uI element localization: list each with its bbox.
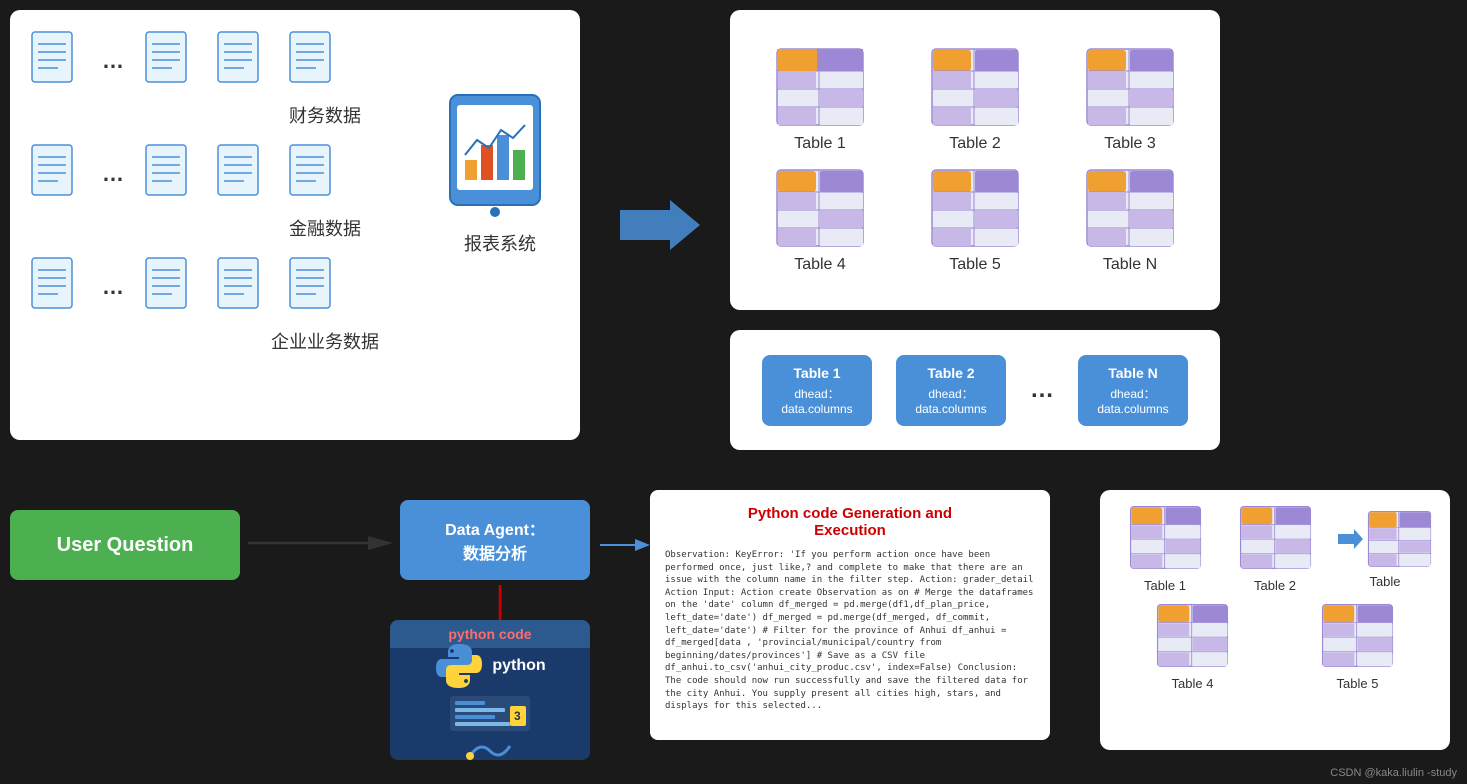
schema-card-1: Table 1 dhead： data.columns <box>762 355 872 426</box>
doc-icon-4 <box>288 30 340 92</box>
table-item-2: Table 2 <box>905 47 1045 153</box>
code-exec-title: Python code Generation and Execution <box>665 505 1035 539</box>
schema-card-2-body: dhead： data.columns <box>911 385 991 416</box>
doc-icon-5 <box>30 143 82 205</box>
python-text: python <box>492 657 545 675</box>
table-icon-5 <box>930 168 1020 248</box>
result-table-4-label: Table 4 <box>1172 676 1214 691</box>
result-final-table-icon <box>1367 509 1432 569</box>
user-to-agent-arrow <box>248 528 393 558</box>
code-exec-box: Python code Generation and Execution Obs… <box>650 490 1050 740</box>
table-1-label: Table 1 <box>794 135 846 153</box>
watermark: CSDN @kaka.liulin -study <box>1330 767 1457 779</box>
table-icon-3 <box>1085 47 1175 127</box>
doc-icon-12 <box>288 256 340 318</box>
result-table-icon-5 <box>1320 603 1395 668</box>
python-logo-icon <box>434 641 484 691</box>
code-block-visual: 3 <box>450 696 530 731</box>
table-n-label: Table N <box>1103 256 1157 274</box>
left-data-box: … 财务数据 … 金融数据 … <box>10 10 580 440</box>
doc-icon-7 <box>216 143 268 205</box>
schema-box: Table 1 dhead： data.columns Table 2 dhea… <box>730 330 1220 450</box>
code-exec-title-text: Python code Generation and Execution <box>748 505 952 539</box>
table-5-label: Table 5 <box>949 256 1001 274</box>
table-item-3: Table 3 <box>1060 47 1200 153</box>
result-table-icon-2 <box>1238 505 1313 570</box>
doc-icon-6 <box>144 143 196 205</box>
main-container: … 财务数据 … 金融数据 … <box>0 0 1467 784</box>
python-code-box: python code python <box>390 620 590 760</box>
result-table-5-label: Table 5 <box>1337 676 1379 691</box>
doc-icon-8 <box>288 143 340 205</box>
table-item-4: Table 4 <box>750 168 890 274</box>
result-table-icon-4 <box>1155 603 1230 668</box>
agent-to-python-arrow <box>490 585 510 620</box>
arrow-right-icon <box>620 195 700 255</box>
table-icon-n <box>1085 168 1175 248</box>
result-table-1-label: Table 1 <box>1144 578 1186 593</box>
results-top-grid: Table 1 Ta <box>1115 505 1435 593</box>
code-text-content: Observation: KeyError: 'If you perform a… <box>665 549 1035 713</box>
results-bottom-grid: Table 4 Ta <box>1115 603 1435 691</box>
tables-grid-box: Table 1 Ta <box>730 10 1220 310</box>
schema-card-1-title: Table 1 <box>777 365 857 381</box>
result-table-4: Table 4 <box>1115 603 1270 691</box>
doc-icon-10 <box>144 256 196 318</box>
business-section: … 企业业务数据 <box>30 256 560 354</box>
tablet-icon <box>445 90 555 220</box>
data-agent-line1: Data Agent： <box>445 516 545 540</box>
result-table-2-label: Table 2 <box>1254 578 1296 593</box>
table-3-label: Table 3 <box>1104 135 1156 153</box>
table-item-5: Table 5 <box>905 168 1045 274</box>
table-item-n: Table N <box>1060 168 1200 274</box>
schema-ellipsis: … <box>1030 376 1054 404</box>
result-table-1: Table 1 <box>1115 505 1215 593</box>
tablet-area: 报表系统 <box>445 90 555 256</box>
schema-card-n-title: Table N <box>1093 365 1173 381</box>
schema-card-n-body: dhead： data.columns <box>1093 385 1173 416</box>
doc-icon-1 <box>30 30 82 92</box>
table-icon-4 <box>775 168 865 248</box>
svg-text:3: 3 <box>514 709 521 723</box>
dots-3: … <box>102 274 124 300</box>
agent-to-exec-arrow <box>600 535 650 560</box>
results-box: Table 1 Ta <box>1100 490 1450 750</box>
doc-icon-2 <box>144 30 196 92</box>
table-icon-1 <box>775 47 865 127</box>
tables-grid: Table 1 Ta <box>750 47 1200 274</box>
table-item-1: Table 1 <box>750 47 890 153</box>
table-2-label: Table 2 <box>949 135 1001 153</box>
schema-card-1-body: dhead： data.columns <box>777 385 857 416</box>
dots-1: … <box>102 48 124 74</box>
doc-icon-3 <box>216 30 268 92</box>
result-arrow-icon <box>1338 529 1363 549</box>
table-icon-2 <box>930 47 1020 127</box>
user-question-text: User Question <box>57 534 194 557</box>
tablet-label: 报表系统 <box>445 230 555 256</box>
result-table-5: Table 5 <box>1280 603 1435 691</box>
schema-card-n: Table N dhead： data.columns <box>1078 355 1188 426</box>
result-arrow-area: Table <box>1335 505 1435 593</box>
result-final-label: Table <box>1369 574 1400 589</box>
table-4-label: Table 4 <box>794 256 846 274</box>
schema-card-2: Table 2 dhead： data.columns <box>896 355 1006 426</box>
doc-icon-9 <box>30 256 82 318</box>
data-agent-line2: 数据分析 <box>463 540 527 564</box>
doc-icon-11 <box>216 256 268 318</box>
user-question-box: User Question <box>10 510 240 580</box>
python-snake-icon <box>465 736 515 761</box>
schema-card-2-title: Table 2 <box>911 365 991 381</box>
data-agent-box: Data Agent： 数据分析 <box>400 500 590 580</box>
dots-2: … <box>102 161 124 187</box>
result-table-icon-1 <box>1128 505 1203 570</box>
result-table-2: Table 2 <box>1225 505 1325 593</box>
python-box-content: python 3 <box>390 648 590 758</box>
business-label: 企业业务数据 <box>90 328 560 354</box>
